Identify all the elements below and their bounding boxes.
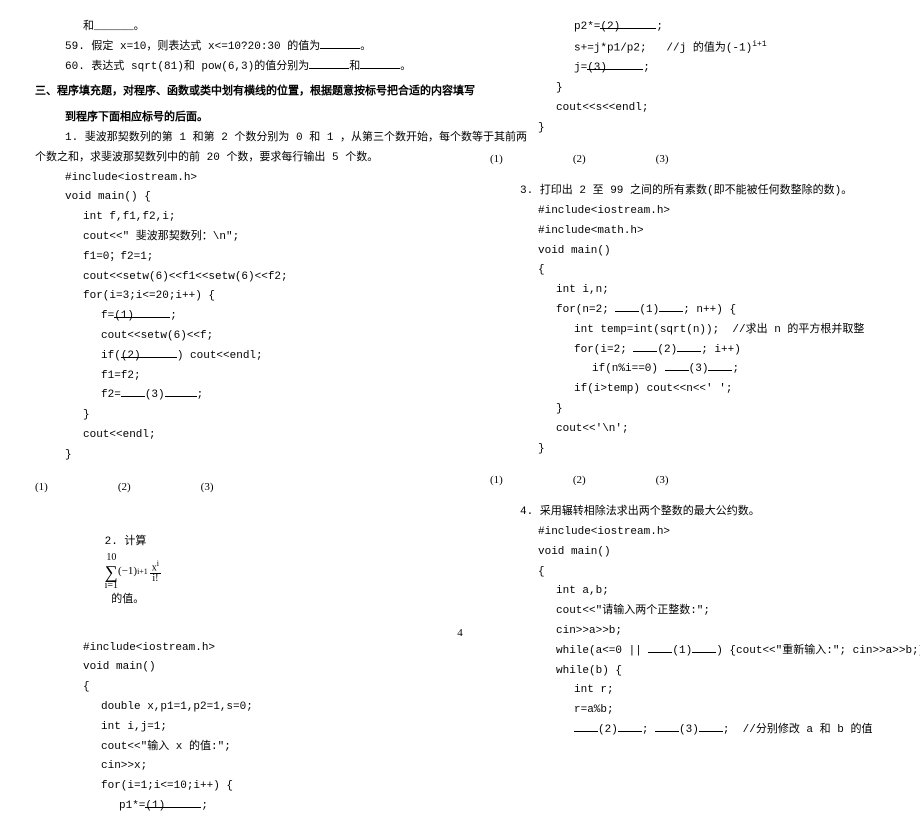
text: 和______。	[35, 18, 430, 38]
p1-desc2: 个数之和，求斐波那契数列中的前 20 个数，要求每行输出 5 个数。	[35, 149, 430, 169]
code-blank: for(n=2; (1); n++) {	[490, 301, 885, 321]
code: void main()	[490, 242, 885, 262]
answer-row: (1)(2)(3)	[490, 471, 885, 491]
code: }	[490, 119, 885, 139]
code: r=a%b;	[490, 701, 885, 721]
code: cout<<"输入 x 的值:";	[35, 738, 430, 758]
code: cout<<'\n';	[490, 420, 885, 440]
code: cin>>a>>b;	[490, 622, 885, 642]
code: f1=0；f2=1;	[35, 248, 430, 268]
code: s+=j*p1/p2; //j 的值为(-1)i+1	[490, 38, 885, 59]
code: cin>>x;	[35, 757, 430, 777]
code: {	[490, 563, 885, 583]
code: {	[490, 261, 885, 281]
code: void main()	[35, 658, 430, 678]
code: cout<<setw(6)<<f;	[35, 327, 430, 347]
q59: 59. 假定 x=10，则表达式 x<=10?20:30 的值为。	[35, 38, 430, 58]
code-blank: f2=(3);	[35, 386, 430, 406]
code-blank: j=(3);	[490, 59, 885, 79]
code: int i,n;	[490, 281, 885, 301]
code: for(i=3;i<=20;i++) {	[35, 287, 430, 307]
code: }	[35, 446, 430, 466]
code: void main() {	[35, 188, 430, 208]
code-blank: f=(1);	[35, 307, 430, 327]
code: #include<iostream.h>	[35, 169, 430, 189]
code: }	[490, 79, 885, 99]
code-blank: if(n%i==0) (3);	[490, 360, 885, 380]
code: cout<<"请输入两个正整数:";	[490, 602, 885, 622]
code-blank: (2); (3); //分别修改 a 和 b 的值	[490, 721, 885, 741]
code: cout<<" 斐波那契数列：\n";	[35, 228, 430, 248]
code-blank: if((2)) cout<<endl;	[35, 347, 430, 367]
code: for(i=1;i<=10;i++) {	[35, 777, 430, 797]
code: f1=f2;	[35, 367, 430, 387]
code: {	[35, 678, 430, 698]
q60: 60. 表达式 sqrt(81)和 pow(6,3)的值分别为和。	[35, 58, 430, 78]
code: #include<iostream.h>	[490, 523, 885, 543]
answer-row: (1)(2)(3)	[490, 150, 885, 170]
code: int i,j=1;	[35, 718, 430, 738]
p1-desc1: 1. 斐波那契数列的第 1 和第 2 个数分别为 0 和 1 ，从第三个数开始，…	[35, 129, 430, 149]
code: while(b) {	[490, 662, 885, 682]
code: #include<math.h>	[490, 222, 885, 242]
p2-desc: 2. 计算 10 ∑ i=1 (−1)i+1 xi i! 的值。	[35, 513, 430, 630]
answer-row: (1)(2)(3)	[35, 478, 430, 498]
code: }	[490, 400, 885, 420]
section3-title: 三、程序填充题，对程序、函数或类中划有横线的位置，根据题意按标号把合适的内容填写	[35, 83, 430, 103]
code: int temp=int(sqrt(n)); //求出 n 的平方根并取整	[490, 321, 885, 341]
code-blank: p1*=(1);	[35, 797, 430, 817]
code: double x,p1=1,p2=1,s=0;	[35, 698, 430, 718]
code-blank: p2*=(2);	[490, 18, 885, 38]
code: cout<<s<<endl;	[490, 99, 885, 119]
page-number: 4	[457, 624, 463, 644]
section3-title2: 到程序下面相应标号的后面。	[35, 109, 430, 129]
code: int f,f1,f2,i;	[35, 208, 430, 228]
p4-desc: 4. 采用辗转相除法求出两个整数的最大公约数。	[490, 503, 885, 523]
code: cout<<setw(6)<<f1<<setw(6)<<f2;	[35, 268, 430, 288]
code: }	[35, 406, 430, 426]
p3-desc: 3. 打印出 2 至 99 之间的所有素数(即不能被任何数整除的数)。	[490, 182, 885, 202]
code: }	[490, 440, 885, 460]
code: void main()	[490, 543, 885, 563]
code: int a,b;	[490, 582, 885, 602]
code: #include<iostream.h>	[35, 639, 430, 659]
code-blank: for(i=2; (2); i++)	[490, 341, 885, 361]
code: cout<<endl;	[35, 426, 430, 446]
code: int r;	[490, 681, 885, 701]
code: #include<iostream.h>	[490, 202, 885, 222]
code: if(i>temp) cout<<n<<' ';	[490, 380, 885, 400]
